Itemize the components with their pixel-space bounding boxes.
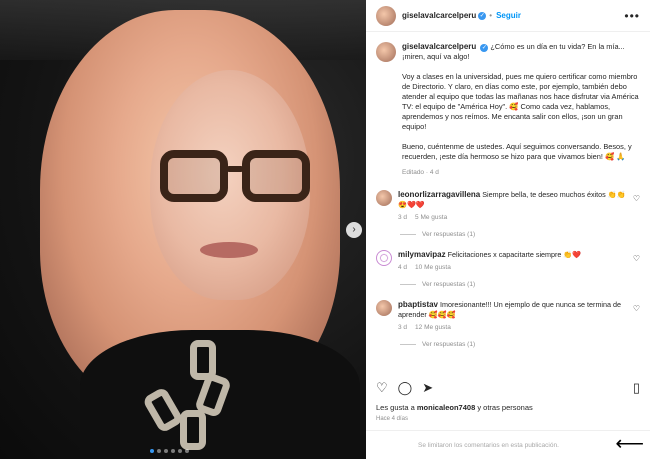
carousel-dots [150,449,189,455]
glasses [160,150,310,202]
like-heart-icon[interactable]: ♡ [633,304,640,313]
comment-age: 3 d [398,214,408,221]
next-image-button[interactable]: › [346,222,362,238]
comments-list[interactable]: giselavalcarcelperu ✓ ¿Cómo es un día en… [366,34,650,372]
avatar[interactable] [376,190,392,206]
avatar[interactable] [376,250,392,266]
view-replies-label[interactable]: Ver respuestas (1) [422,231,475,238]
more-options-icon[interactable]: ••• [624,9,640,23]
post-time: Hace 4 días [376,416,409,422]
chain-necklace [130,330,250,459]
caption-paragraph-1: Voy a clases en la universidad, pues me … [402,72,639,131]
likes-summary[interactable]: Les gusta a monicaleon7408 y otras perso… [376,403,533,412]
view-replies[interactable]: Ver respuestas (1) [400,281,640,288]
comment-icon[interactable]: ◯ [398,380,413,396]
caption-paragraph-2: Bueno, cuéntenme de ustedes. Aquí seguim… [402,142,632,161]
comment-item: milymavipaz Felicitaciones x capacitarte… [376,250,640,271]
view-replies[interactable]: Ver respuestas (1) [400,231,640,238]
avatar[interactable] [376,300,392,316]
comment-item: pbaptistav Imoresionante!!! Un ejemplo d… [376,300,640,331]
comment-text: Felicitaciones x capacitarte siempre 👏❤️ [447,250,582,259]
comment-username[interactable]: leonorlizarragavillena [398,190,480,199]
comment-likes[interactable]: 10 Me gusta [415,264,451,271]
likes-prefix: Les gusta a [376,403,415,412]
comment-item: leonorlizarragavillena Siempre bella, te… [376,190,640,221]
comment-age: 3 d [398,324,408,331]
post-header: giselavalcarcelperu ✓ • Seguir ••• [366,0,650,32]
header-username[interactable]: giselavalcarcelperu [402,11,476,20]
comment-age: 4 d [398,264,408,271]
caption-meta: Editado · 4 d [402,169,439,176]
follow-button[interactable]: Seguir [496,11,521,20]
carousel-dot[interactable] [150,449,154,453]
likes-user[interactable]: monicaleon7408 [417,403,475,412]
arrow-annotation-icon: ⟵ [615,433,644,455]
view-replies-label[interactable]: Ver respuestas (1) [422,281,475,288]
avatar[interactable] [376,42,396,62]
likes-suffix[interactable]: y otras personas [477,403,532,412]
comment-username[interactable]: pbaptistav [398,300,438,309]
view-replies-label[interactable]: Ver respuestas (1) [422,341,475,348]
carousel-dot[interactable] [164,449,168,453]
like-heart-icon[interactable]: ♡ [633,194,640,203]
bookmark-icon[interactable]: ▯ [633,380,640,396]
avatar[interactable] [376,5,396,26]
comment-likes[interactable]: 12 Me gusta [415,324,451,331]
action-bar: ♡ ◯ ➤ ▯ [376,378,640,398]
carousel-dot[interactable] [171,449,175,453]
lips [200,242,258,258]
post-detail-panel: giselavalcarcelperu ✓ • Seguir ••• gisel… [366,0,650,459]
post-photo[interactable]: › [0,0,366,459]
comment-username[interactable]: milymavipaz [398,250,446,259]
comment-likes[interactable]: 5 Me gusta [415,214,447,221]
carousel-dot[interactable] [178,449,182,453]
heart-icon[interactable]: ♡ [376,380,388,396]
view-replies[interactable]: Ver respuestas (1) [400,341,640,348]
caption-username[interactable]: giselavalcarcelperu [402,42,476,51]
carousel-dot[interactable] [157,449,161,453]
like-heart-icon[interactable]: ♡ [633,254,640,263]
share-icon[interactable]: ➤ [422,380,433,396]
carousel-dot[interactable] [185,449,189,453]
separator-dot: • [489,11,493,20]
verified-icon: ✓ [480,44,489,52]
post-caption: giselavalcarcelperu ✓ ¿Cómo es un día en… [376,42,640,178]
comments-limited-notice: Se limitaron los comentarios en esta pub… [366,430,650,459]
verified-icon: ✓ [478,11,487,20]
